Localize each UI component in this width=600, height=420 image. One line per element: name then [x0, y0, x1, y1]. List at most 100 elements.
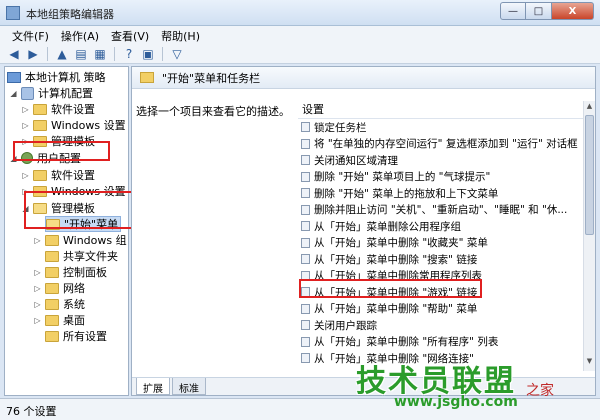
list-item[interactable]: 删除 "开始" 菜单项目上的 "气球提示" [298, 169, 583, 186]
folder-icon [33, 119, 47, 131]
list-item[interactable]: 锁定任务栏 [298, 119, 583, 136]
setting-label: 从「开始」菜单中删除 "搜索" 链接 [314, 253, 478, 266]
tree-item-label: 软件设置 [51, 103, 95, 116]
computer-icon [7, 71, 21, 83]
minimize-button[interactable]: — [500, 2, 526, 20]
watermark-tag: 之家 [526, 383, 554, 399]
folder-icon [45, 250, 59, 262]
maximize-button[interactable]: □ [526, 2, 552, 20]
list-item[interactable]: 关闭通知区域清理 [298, 152, 583, 169]
tree-item-uc-software[interactable]: ▷ 软件设置 [21, 167, 95, 183]
settings-list: 锁定任务栏 将 "在单独的内存空间运行" 复选框添加到 "运行" 对话框 关闭通… [298, 119, 583, 371]
scrollbar-thumb[interactable] [585, 115, 594, 235]
folder-icon [45, 234, 59, 246]
tree-item-all-settings[interactable]: 所有设置 [45, 328, 107, 344]
export-icon[interactable]: ▦ [92, 46, 108, 62]
highlight-start-menu [24, 191, 134, 229]
setting-label: 删除 "开始" 菜单上的拖放和上下文菜单 [314, 187, 499, 200]
setting-label: 删除并阻止访问 "关机"、"重新启动"、"睡眠" 和 "休... [314, 204, 568, 217]
tab-extended[interactable]: 扩展 [136, 378, 170, 395]
policy-icon [301, 254, 310, 265]
tree-item-control-panel[interactable]: ▷ 控制面板 [33, 264, 107, 280]
help-icon[interactable]: ? [121, 46, 137, 62]
policy-icon [301, 188, 310, 199]
setting-label: 从「开始」菜单中删除 "收藏夹" 菜单 [314, 237, 488, 250]
policy-icon [301, 122, 310, 133]
collapse-icon[interactable]: ◢ [9, 89, 18, 98]
tree-item-root[interactable]: 本地计算机 策略 [7, 69, 106, 85]
setting-label: 从「开始」菜单中删除 "帮助" 菜单 [314, 303, 478, 316]
setting-label: 关闭通知区域清理 [314, 154, 398, 167]
watermark-url: www.jsgho.com [394, 394, 518, 410]
tree-item-network[interactable]: ▷ 网络 [33, 280, 85, 296]
show-hide-tree-icon[interactable]: ▤ [73, 46, 89, 62]
policy-icon [301, 353, 310, 364]
tree-item-label: Windows 设置 [51, 119, 126, 132]
list-item[interactable]: 从「开始」菜单中删除 "帮助" 菜单 [298, 301, 583, 318]
tree-item-system[interactable]: ▷ 系统 [33, 296, 85, 312]
tree-item-computer-config[interactable]: ◢ 计算机配置 [9, 85, 93, 101]
expand-icon[interactable]: ▷ [33, 316, 42, 325]
policy-icon [301, 204, 310, 215]
policy-icon [301, 320, 310, 331]
description-text: 选择一个项目来查看它的描述。 [136, 105, 290, 118]
expand-icon[interactable]: ▷ [33, 284, 42, 293]
vertical-scrollbar[interactable]: ▲ ▼ [583, 101, 595, 371]
policy-icon [301, 336, 310, 347]
expand-icon[interactable]: ▷ [33, 268, 42, 277]
expand-icon[interactable]: ▷ [33, 236, 42, 245]
list-item[interactable]: 从「开始」菜单中删除 "搜索" 链接 [298, 251, 583, 268]
highlight-user-config [13, 141, 110, 161]
up-icon[interactable]: ▲ [54, 46, 70, 62]
scroll-up-icon[interactable]: ▲ [584, 102, 595, 114]
toolbar: ◀ ▶ ▲ ▤ ▦ ? ▣ ▽ [0, 44, 600, 64]
list-item[interactable]: 将 "在单独的内存空间运行" 复选框添加到 "运行" 对话框 [298, 136, 583, 153]
setting-label: 将 "在单独的内存空间运行" 复选框添加到 "运行" 对话框 [314, 138, 578, 151]
tree-item-label: 本地计算机 策略 [25, 71, 106, 84]
details-header: "开始"菜单和任务栏 [132, 67, 595, 89]
folder-icon [45, 266, 59, 278]
config-icon [21, 86, 34, 100]
forward-icon[interactable]: ▶ [25, 46, 41, 62]
folder-icon [45, 282, 59, 294]
setting-label: 锁定任务栏 [314, 121, 367, 134]
toolbar-separator [47, 46, 48, 61]
setting-label: 关闭用户跟踪 [314, 319, 377, 332]
tree-item-cc-software[interactable]: ▷ 软件设置 [21, 101, 95, 117]
close-button[interactable]: X [552, 2, 594, 20]
menu-bar: 文件(F) 操作(A) 查看(V) 帮助(H) [0, 26, 600, 44]
policy-icon [301, 171, 310, 182]
tree-item-label: 所有设置 [63, 330, 107, 343]
expand-icon[interactable]: ▷ [33, 300, 42, 309]
tree-item-windows-components[interactable]: ▷ Windows 组 [33, 232, 127, 248]
menu-help[interactable]: 帮助(H) [155, 26, 206, 44]
menu-file[interactable]: 文件(F) [6, 26, 55, 44]
tree-item-desktop[interactable]: ▷ 桌面 [33, 312, 85, 328]
folder-icon [33, 103, 47, 115]
list-item[interactable]: 从「开始」菜单删除公用程序组 [298, 218, 583, 235]
list-item[interactable]: 关闭用户跟踪 [298, 317, 583, 334]
folder-icon [45, 330, 59, 342]
navigation-tree: 本地计算机 策略 ◢ 计算机配置 ▷ 软件设置 ▷ Windows 设置 ▷ 管… [4, 66, 129, 396]
list-item[interactable]: 删除并阻止访问 "关机"、"重新启动"、"睡眠" 和 "休... [298, 202, 583, 219]
tree-item-label: 网络 [63, 282, 85, 295]
expand-icon[interactable]: ▷ [21, 105, 30, 114]
details-title: "开始"菜单和任务栏 [162, 71, 261, 85]
tree-item-shared-folders[interactable]: 共享文件夹 [45, 248, 118, 264]
policy-icon [301, 303, 310, 314]
list-item[interactable]: 删除 "开始" 菜单上的拖放和上下文菜单 [298, 185, 583, 202]
expand-icon[interactable]: ▷ [21, 121, 30, 130]
expand-icon[interactable]: ▷ [21, 171, 30, 180]
menu-action[interactable]: 操作(A) [55, 26, 105, 44]
tree-item-cc-windows[interactable]: ▷ Windows 设置 [21, 117, 126, 133]
properties-icon[interactable]: ▣ [140, 46, 156, 62]
tab-standard[interactable]: 标准 [172, 378, 206, 395]
filter-icon[interactable]: ▽ [169, 46, 185, 62]
highlight-games-link [299, 279, 482, 298]
back-icon[interactable]: ◀ [6, 46, 22, 62]
list-item[interactable]: 从「开始」菜单中删除 "收藏夹" 菜单 [298, 235, 583, 252]
column-header-setting[interactable]: 设置 [298, 101, 583, 119]
list-item[interactable]: 从「开始」菜单中删除 "所有程序" 列表 [298, 334, 583, 351]
tree-item-label: Windows 组 [63, 234, 127, 247]
menu-view[interactable]: 查看(V) [105, 26, 155, 44]
